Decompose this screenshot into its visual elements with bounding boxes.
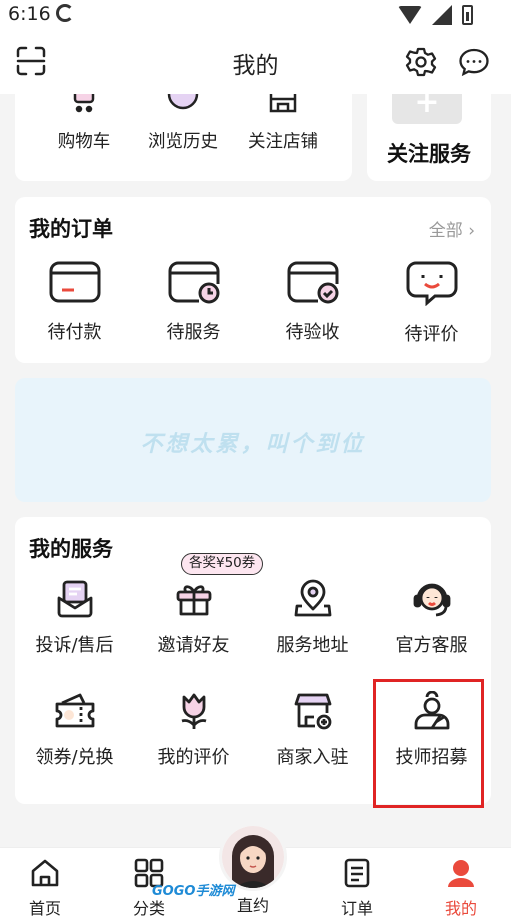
profile-icon: [448, 860, 474, 887]
service-address[interactable]: 服务地址: [253, 579, 372, 657]
order-pending-acceptance[interactable]: 待验收: [253, 260, 372, 344]
service-my-reviews[interactable]: 我的评价: [134, 691, 253, 769]
service-label: 投诉/售后: [35, 635, 114, 656]
gift-icon: [176, 585, 211, 616]
tab-home[interactable]: 首页: [5, 857, 85, 916]
order-label: 待服务: [166, 322, 221, 343]
shop-plus-icon: [294, 693, 331, 730]
order-pending-service[interactable]: 待服务: [134, 260, 253, 344]
tab-orders[interactable]: 订单: [317, 857, 397, 916]
headset-icon: [413, 583, 450, 617]
wallet-icon: [49, 261, 100, 303]
service-label: 官方客服: [395, 635, 468, 656]
shortcut-label: 关注店铺: [248, 132, 318, 152]
battery-icon: [462, 5, 473, 25]
sync-icon: [56, 4, 74, 22]
service-label: 邀请好友: [157, 635, 230, 656]
promo-banner[interactable]: 不想太累，叫个到位: [15, 378, 491, 502]
chevron-right-icon: ›: [462, 221, 475, 241]
highlight-box: [373, 679, 484, 808]
tab-label: 订单: [340, 899, 373, 916]
order-label: 待评价: [404, 324, 459, 345]
service-customer-support[interactable]: 官方客服: [372, 579, 491, 657]
wifi-icon: [398, 6, 422, 24]
service-invite[interactable]: 邀请好友: [134, 579, 253, 657]
orders-card: 我的订单 全部 › 待付款 待服务 待验收 待评价: [15, 197, 491, 363]
service-coupon[interactable]: 领券/兑换: [15, 691, 134, 769]
status-time: 6:16: [8, 3, 51, 25]
follow-service-card[interactable]: 关注服务: [367, 85, 491, 181]
list-icon: [344, 858, 370, 888]
mail-icon: [57, 580, 92, 618]
orders-all-link[interactable]: 全部 ›: [429, 216, 475, 241]
orders-title: 我的订单: [29, 217, 113, 241]
order-pending-payment[interactable]: 待付款: [15, 260, 134, 344]
history-icon: [167, 94, 199, 110]
status-bar: 6:16: [0, 0, 511, 30]
order-label: 待验收: [285, 322, 340, 343]
service-label: 领券/兑换: [35, 747, 114, 768]
tab-label: 我的: [444, 899, 477, 916]
watermark: GOGO手游网: [152, 884, 235, 899]
order-label: 待付款: [47, 322, 102, 343]
card-check-icon: [287, 261, 338, 304]
message-icon[interactable]: [458, 47, 490, 77]
tab-mine[interactable]: 我的: [421, 857, 501, 916]
plus-icon: [392, 85, 462, 124]
gear-icon[interactable]: [405, 46, 437, 78]
shortcut-label: 浏览历史: [148, 132, 218, 152]
shortcut-label: 购物车: [57, 132, 111, 152]
coupon-icon: [55, 693, 94, 728]
services-title: 我的服务: [29, 537, 113, 561]
follow-service-label: 关注服务: [387, 142, 471, 166]
shortcuts-card: 购物车 浏览历史 关注店铺: [15, 94, 352, 181]
cart-icon: [73, 94, 95, 113]
tab-label: 首页: [28, 899, 61, 916]
signal-icon: [432, 5, 452, 25]
reward-badge: 各奖¥50券: [181, 553, 264, 575]
smile-chat-icon: [406, 261, 457, 306]
service-label: 商家入驻: [276, 747, 349, 768]
home-icon: [31, 859, 59, 887]
service-merchant-join[interactable]: 商家入驻: [253, 691, 372, 769]
all-link-label: 全部: [428, 221, 463, 241]
card-clock-icon: [168, 261, 219, 304]
service-complaint[interactable]: 投诉/售后: [15, 579, 134, 657]
avatar-icon: [222, 826, 284, 888]
store-icon: [269, 94, 297, 113]
location-icon: [294, 579, 331, 617]
service-label: 服务地址: [276, 635, 349, 656]
banner-text: 不想太累，叫个到位: [140, 432, 366, 457]
order-pending-review[interactable]: 待评价: [372, 260, 491, 346]
service-label: 我的评价: [157, 747, 230, 768]
status-icons: [398, 5, 473, 25]
tulip-icon: [181, 693, 206, 729]
